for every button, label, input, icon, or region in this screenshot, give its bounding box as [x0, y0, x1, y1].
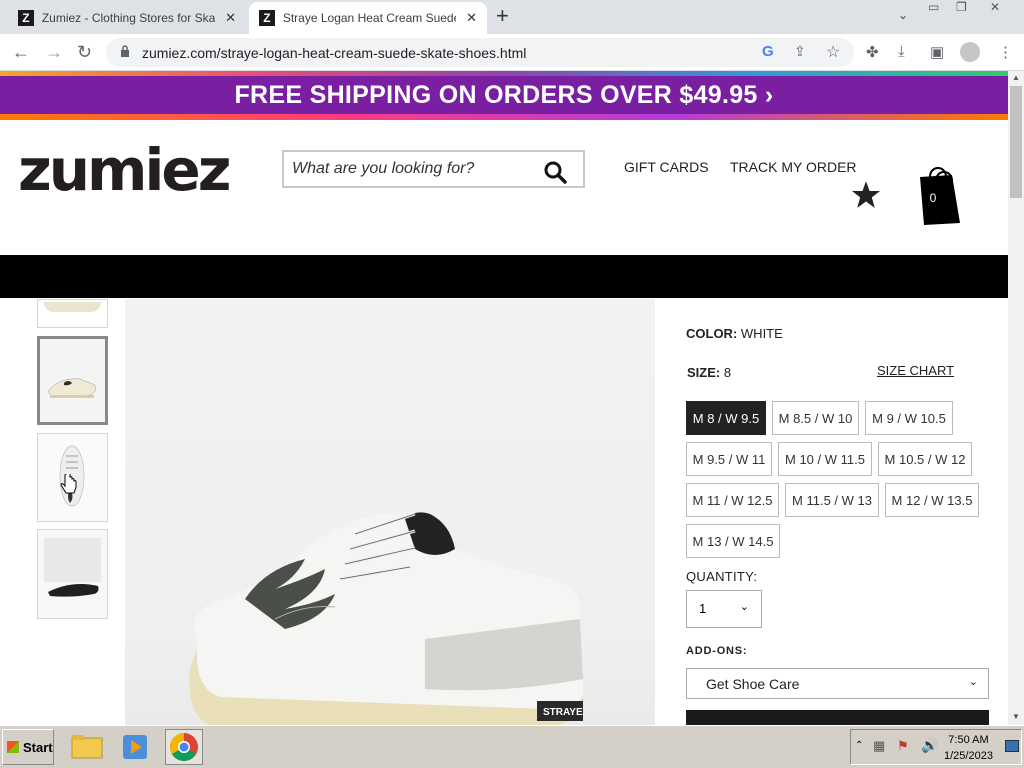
- size-row: SIZE: 8: [687, 365, 731, 380]
- web-page: FREE SHIPPING ON ORDERS OVER $49.95 › zu…: [0, 71, 1008, 725]
- reload-icon[interactable]: ↻: [77, 42, 92, 62]
- size-option[interactable]: M 11.5 / W 13: [785, 483, 879, 517]
- gift-cards-link[interactable]: GIFT CARDS: [624, 159, 709, 175]
- taskbar-clock[interactable]: 7:50 AM 1/25/2023: [944, 732, 993, 764]
- close-tab-icon[interactable]: ✕: [225, 10, 236, 26]
- size-chart-link[interactable]: SIZE CHART: [877, 363, 954, 378]
- security-alert-icon[interactable]: ⚑: [897, 738, 909, 754]
- lock-icon: [121, 45, 129, 57]
- tray-expand-icon[interactable]: ⌃: [855, 740, 863, 751]
- scroll-down-icon[interactable]: ▼: [1012, 712, 1020, 721]
- windows-logo-icon: [7, 741, 19, 753]
- profile-avatar-icon[interactable]: [960, 42, 980, 62]
- product-thumbnail[interactable]: [37, 299, 108, 328]
- size-label: SIZE:: [687, 365, 721, 380]
- start-button[interactable]: Start: [2, 729, 54, 765]
- size-option[interactable]: M 12 / W 13.5: [885, 483, 979, 517]
- google-icon[interactable]: G: [762, 43, 774, 60]
- quantity-label: QUANTITY:: [686, 569, 758, 584]
- scroll-up-icon[interactable]: ▲: [1012, 73, 1020, 82]
- product-thumbnail[interactable]: [37, 529, 108, 619]
- color-value: WHITE: [740, 326, 783, 341]
- size-option[interactable]: M 10.5 / W 12: [878, 442, 972, 476]
- clock-date: 1/25/2023: [944, 750, 993, 762]
- forward-arrow-icon[interactable]: →: [45, 42, 63, 62]
- add-ons-label: ADD-ONS:: [686, 645, 748, 657]
- add-to-cart-button[interactable]: [686, 710, 989, 725]
- show-desktop-icon[interactable]: [1005, 740, 1019, 752]
- free-shipping-banner[interactable]: FREE SHIPPING ON ORDERS OVER $49.95 ›: [0, 76, 1008, 114]
- url-text: zumiez.com/straye-logan-heat-cream-suede…: [142, 45, 527, 61]
- track-my-order-link[interactable]: TRACK MY ORDER: [730, 159, 857, 175]
- search-box: [282, 150, 585, 188]
- minimize-window-icon[interactable]: ▭: [928, 0, 939, 14]
- size-option[interactable]: M 11 / W 12.5: [686, 483, 779, 517]
- extensions-icon[interactable]: ✤: [866, 43, 879, 61]
- network-icon[interactable]: ▦: [873, 738, 885, 754]
- banner-gradient-stripe: [0, 114, 1008, 120]
- zumiez-favicon-icon: Z: [259, 10, 275, 26]
- side-panel-icon[interactable]: ▣: [930, 43, 944, 61]
- new-tab-icon[interactable]: +: [496, 5, 509, 27]
- add-on-value: Get Shoe Care: [706, 676, 800, 692]
- zumiez-favicon-icon: Z: [18, 10, 34, 26]
- search-icon[interactable]: [543, 160, 567, 184]
- close-window-icon[interactable]: ✕: [990, 0, 1000, 14]
- size-value: 8: [723, 365, 732, 380]
- add-ons-select[interactable]: Get Shoe Care ⌄: [686, 668, 989, 699]
- main-product-image[interactable]: STRAYE: [125, 299, 655, 725]
- quantity-select[interactable]: 1 ⌄: [686, 590, 762, 628]
- system-tray: ⌃ ▦ ⚑ 🔊: [850, 729, 1022, 765]
- color-row: COLOR: WHITE: [686, 326, 783, 341]
- color-label: COLOR:: [686, 326, 738, 341]
- tab-title: Straye Logan Heat Cream Suede Sk: [282, 11, 456, 25]
- bookmark-star-icon[interactable]: ☆: [826, 42, 840, 62]
- hand-cursor-icon: [60, 474, 77, 494]
- tab-zumiez-home[interactable]: Z Zumiez - Clothing Stores for Skate s ✕: [8, 2, 246, 34]
- zumiez-logo[interactable]: zumiez: [18, 141, 231, 199]
- clock-time: 7:50 AM: [948, 734, 989, 746]
- download-icon[interactable]: ⤓: [898, 43, 905, 60]
- size-option-selected[interactable]: M 8 / W 9.5: [686, 401, 766, 435]
- browser-tab-strip: Z Zumiez - Clothing Stores for Skate s ✕…: [0, 0, 1024, 34]
- address-bar[interactable]: zumiez.com/straye-logan-heat-cream-suede…: [106, 38, 854, 67]
- tab-title: Zumiez - Clothing Stores for Skate s: [41, 11, 216, 25]
- shoe-brand-text: STRAYE: [543, 707, 583, 718]
- back-arrow-icon[interactable]: ←: [12, 42, 30, 62]
- quantity-value: 1: [699, 601, 707, 616]
- browser-toolbar: ← → ↻ zumiez.com/straye-logan-heat-cream…: [0, 34, 1024, 71]
- restore-window-icon[interactable]: ❐: [956, 0, 967, 14]
- chevron-down-icon: ⌄: [739, 601, 749, 613]
- tab-straye-logan[interactable]: Z Straye Logan Heat Cream Suede Sk ✕: [249, 2, 487, 34]
- volume-icon[interactable]: 🔊: [921, 737, 938, 754]
- search-input[interactable]: [292, 158, 532, 180]
- chrome-taskbar-icon[interactable]: [165, 729, 203, 765]
- chevron-down-icon: ⌄: [968, 676, 978, 688]
- size-option[interactable]: M 10 / W 11.5: [778, 442, 872, 476]
- wishlist-star-icon[interactable]: [852, 181, 880, 208]
- close-tab-icon[interactable]: ✕: [466, 10, 477, 26]
- size-option[interactable]: M 9 / W 10.5: [865, 401, 953, 435]
- share-icon[interactable]: ⇪: [794, 43, 806, 60]
- size-option[interactable]: M 13 / W 14.5: [686, 524, 780, 558]
- media-player-icon[interactable]: [116, 729, 154, 765]
- windows-taskbar: Start ⌃ ▦ ⚑ 🔊 7:50 AM 1/25/2023: [0, 725, 1024, 768]
- scrollbar-thumb[interactable]: [1010, 86, 1022, 198]
- size-option[interactable]: M 9.5 / W 11: [686, 442, 772, 476]
- size-option[interactable]: M 8.5 / W 10: [772, 401, 859, 435]
- chrome-menu-icon[interactable]: ⋮: [998, 43, 1013, 61]
- tab-search-icon[interactable]: ⌄: [898, 8, 908, 22]
- category-nav-bar: [0, 255, 1008, 298]
- product-thumbnail-selected[interactable]: [37, 336, 108, 425]
- file-explorer-icon[interactable]: [68, 729, 106, 765]
- start-label: Start: [23, 739, 53, 755]
- cart-count: 0: [929, 191, 937, 205]
